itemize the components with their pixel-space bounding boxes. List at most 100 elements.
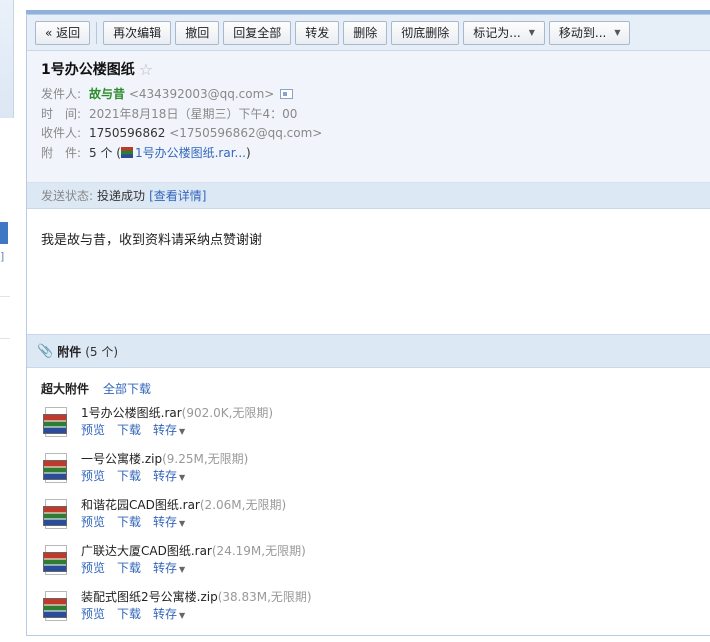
mark-as-dropdown[interactable]: 标记为... ▼ [463, 20, 545, 45]
save-to-dropdown[interactable]: 转存 ▼ [153, 422, 185, 440]
mail-header: 1号办公楼图纸 ☆ 发件人: 故与昔 <434392003@qq.com> 时 间… [27, 51, 710, 183]
move-to-dropdown[interactable]: 移动到... ▼ [548, 20, 631, 45]
mail-subject: 1号办公楼图纸 ☆ [41, 59, 696, 79]
recipient-email: <1750596862@qq.com> [169, 126, 323, 140]
big-attachment-label: 超大附件 [41, 382, 90, 396]
reedit-button[interactable]: 再次编辑 [103, 20, 172, 45]
archive-file-icon [43, 545, 71, 577]
star-icon[interactable]: ☆ [139, 60, 153, 79]
rar-file-icon [120, 146, 133, 158]
mail-read-panel: « 返回 再次编辑 撤回 回复全部 转发 删除 彻底删除 标记为... ▼ 移动到… [26, 14, 710, 636]
download-link[interactable]: 下载 [117, 468, 141, 486]
file-meta: (2.06M,无限期) [199, 498, 287, 512]
download-link[interactable]: 下载 [117, 560, 141, 578]
reply-all-button[interactable]: 回复全部 [223, 20, 292, 45]
attachments-title: 附件 [57, 344, 82, 359]
file-meta: (9.25M,无限期) [162, 452, 249, 466]
file-name[interactable]: 一号公寓楼.zip [81, 452, 162, 466]
attachment-item: 一号公寓楼.zip(9.25M,无限期) 预览 下载 转存 ▼ [27, 447, 710, 493]
mail-body: 我是故与昔，收到资料请采纳点赞谢谢 [41, 233, 263, 248]
sidebar-selected-item[interactable] [0, 222, 8, 244]
save-to-label: 转存 [153, 515, 178, 529]
mail-toolbar: « 返回 再次编辑 撤回 回复全部 转发 删除 彻底删除 标记为... ▼ 移动到… [27, 15, 710, 51]
attachment-item: 装配式图纸2号公寓楼.zip(38.83M,无限期) 预览 下载 转存 ▼ [27, 585, 710, 631]
delete-button[interactable]: 删除 [343, 20, 388, 45]
save-to-dropdown[interactable]: 转存 ▼ [153, 606, 185, 624]
save-to-label: 转存 [153, 607, 178, 621]
chevron-down-icon: ▼ [614, 28, 621, 37]
save-to-dropdown[interactable]: 转存 ▼ [153, 560, 185, 578]
save-to-label: 转存 [153, 423, 178, 437]
file-name[interactable]: 1号办公楼图纸.rar [81, 406, 182, 420]
attachment-close-paren: ) [245, 145, 251, 160]
back-button[interactable]: « 返回 [35, 20, 91, 45]
file-meta: (38.83M,无限期) [217, 590, 312, 604]
chevron-down-icon: ▼ [528, 28, 535, 37]
archive-file-icon [43, 453, 71, 485]
time-row: 时 间: 2021年8月18日（星期三）下午4：00 [41, 105, 696, 125]
save-to-label: 转存 [153, 469, 178, 483]
preview-link[interactable]: 预览 [81, 560, 105, 578]
save-to-dropdown[interactable]: 转存 ▼ [153, 514, 185, 532]
status-value: 投递成功 [97, 189, 146, 203]
preview-link[interactable]: 预览 [81, 468, 105, 486]
move-to-label: 移动到... [558, 26, 607, 40]
chevron-down-icon: ▼ [179, 519, 186, 528]
file-meta: (902.0K,无限期) [181, 406, 274, 420]
download-link[interactable]: 下载 [117, 514, 141, 532]
subject-text: 1号办公楼图纸 [41, 62, 135, 78]
preview-link[interactable]: 预览 [81, 514, 105, 532]
toolbar-separator [96, 21, 98, 44]
sender-row: 发件人: 故与昔 <434392003@qq.com> [41, 85, 696, 105]
file-name[interactable]: 广联达大厦CAD图纸.rar [81, 544, 212, 558]
preview-link[interactable]: 预览 [81, 606, 105, 624]
attachments-header: 📎 附件 (5 个) [27, 334, 710, 368]
mark-as-label: 标记为... [473, 26, 521, 40]
recipient-label: 收件人: [41, 126, 82, 140]
archive-file-icon [43, 407, 71, 439]
undo-send-button[interactable]: 撤回 [175, 20, 220, 45]
attachment-count: 5 个 ( [89, 145, 121, 160]
recipient-row: 收件人: 1750596862 <1750596862@qq.com> [41, 124, 696, 144]
delete-forever-button[interactable]: 彻底删除 [391, 20, 460, 45]
attachment-row: 附 件: 5 个 ( 1号办公楼图纸.rar...) [41, 144, 696, 164]
file-meta: (24.19M,无限期) [211, 544, 306, 558]
status-detail-link[interactable]: [查看详情] [149, 187, 206, 204]
archive-file-icon [43, 499, 71, 531]
delivery-status-bar: 发送状态: 投递成功 [查看详情] [27, 183, 710, 209]
download-link[interactable]: 下载 [117, 422, 141, 440]
download-link[interactable]: 下载 [117, 606, 141, 624]
attachment-item: 广联达大厦CAD图纸.rar(24.19M,无限期) 预览 下载 转存 ▼ [27, 539, 710, 585]
file-name[interactable]: 装配式图纸2号公寓楼.zip [81, 590, 218, 604]
archive-file-icon [43, 591, 71, 623]
big-attachment-bar: 超大附件 全部下载 [27, 368, 710, 401]
file-name[interactable]: 和谐花园CAD图纸.rar [81, 498, 200, 512]
sender-label: 发件人: [41, 87, 82, 101]
sidebar-header-edge [0, 0, 14, 118]
sender-email: <434392003@qq.com> [128, 87, 275, 101]
sidebar-bracket: ] [0, 250, 5, 263]
chevron-down-icon: ▼ [179, 473, 186, 482]
sender-name[interactable]: 故与昔 [89, 87, 125, 101]
attachment-link[interactable]: 1号办公楼图纸.rar... [135, 146, 246, 160]
sidebar-divider [0, 338, 10, 339]
recipient-name[interactable]: 1750596862 [89, 126, 165, 140]
time-value: 2021年8月18日（星期三）下午4：00 [89, 106, 298, 121]
sidebar-divider [0, 296, 10, 297]
time-label: 时 间: [41, 106, 82, 121]
forward-button[interactable]: 转发 [295, 20, 340, 45]
chevron-down-icon: ▼ [179, 611, 186, 620]
attachments-count: (5 个) [85, 344, 119, 359]
contact-card-icon[interactable] [280, 89, 294, 99]
attachment-label: 附 件: [41, 145, 82, 160]
attachment-item: 和谐花园CAD图纸.rar(2.06M,无限期) 预览 下载 转存 ▼ [27, 493, 710, 539]
download-all-link[interactable]: 全部下载 [103, 380, 151, 397]
paperclip-icon: 📎 [37, 343, 54, 359]
chevron-down-icon: ▼ [179, 565, 186, 574]
attachment-item: 1号办公楼图纸.rar(902.0K,无限期) 预览 下载 转存 ▼ [27, 401, 710, 447]
left-sidebar-edge: ] [0, 0, 14, 642]
save-to-label: 转存 [153, 561, 178, 575]
chevron-down-icon: ▼ [179, 427, 186, 436]
save-to-dropdown[interactable]: 转存 ▼ [153, 468, 185, 486]
preview-link[interactable]: 预览 [81, 422, 105, 440]
